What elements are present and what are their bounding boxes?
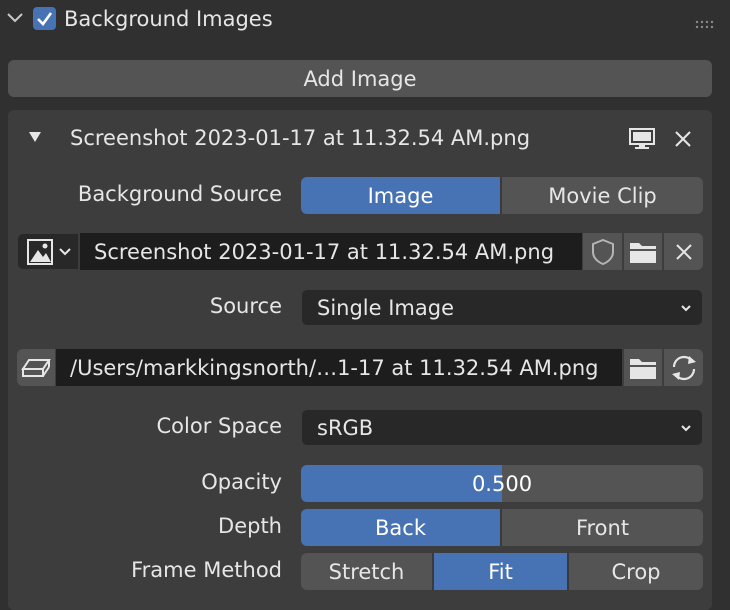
chevron-down-icon [59, 247, 71, 255]
filepath-field[interactable]: /Users/markkingsnorth/…1-17 at 11.32.54 … [56, 349, 622, 386]
reload-image-button[interactable] [664, 349, 703, 386]
opacity-slider[interactable]: 0.500 [301, 465, 703, 502]
color-space-dropdown[interactable]: sRGB [301, 409, 703, 446]
panel-title: Background Images [64, 7, 273, 31]
filepath-type-button[interactable] [17, 349, 55, 386]
frame-option-crop[interactable]: Crop [567, 553, 703, 590]
image-icon [27, 238, 53, 265]
opacity-value: 0.500 [471, 471, 533, 496]
browse-file-button[interactable] [624, 349, 662, 386]
chevron-down-icon [681, 304, 691, 311]
background-source-selector: Image Movie Clip [301, 177, 703, 214]
frame-option-stretch[interactable]: Stretch [301, 553, 432, 590]
add-image-button[interactable]: Add Image [8, 60, 712, 97]
source-value: Single Image [317, 295, 455, 320]
expand-triangle-icon[interactable] [28, 130, 42, 144]
depth-option-back[interactable]: Back [301, 509, 500, 546]
source-label: Source [209, 294, 282, 318]
source-option-movie-clip[interactable]: Movie Clip [500, 177, 703, 214]
color-space-value: sRGB [317, 415, 374, 440]
depth-label: Depth [218, 514, 282, 538]
folder-icon [630, 242, 656, 263]
reload-icon [671, 355, 696, 380]
frame-method-selector: Stretch Fit Crop [301, 553, 703, 590]
source-dropdown[interactable]: Single Image [301, 289, 703, 326]
depth-option-front[interactable]: Front [500, 509, 703, 546]
enable-checkbox[interactable] [33, 7, 56, 30]
shield-icon [591, 238, 614, 265]
file-path-icon [21, 358, 51, 377]
open-image-button[interactable] [624, 233, 662, 270]
frame-method-label: Frame Method [131, 558, 282, 582]
checkmark-icon [37, 12, 53, 26]
collapse-chevron-icon[interactable] [6, 10, 24, 26]
background-source-label: Background Source [77, 182, 282, 206]
remove-entry-close-icon[interactable] [674, 130, 692, 148]
drag-handle-icon[interactable] [695, 12, 717, 29]
opacity-label: Opacity [201, 470, 282, 494]
color-space-label: Color Space [156, 414, 283, 438]
image-name-field[interactable]: Screenshot 2023-01-17 at 11.32.54 AM.png [80, 233, 582, 270]
chevron-down-icon [681, 424, 691, 431]
unlink-image-button[interactable] [664, 233, 703, 270]
image-browse-button[interactable] [17, 233, 79, 270]
fake-user-button[interactable] [583, 233, 622, 270]
close-icon [675, 243, 692, 260]
depth-selector: Back Front [301, 509, 703, 546]
monitor-icon[interactable] [628, 127, 656, 151]
image-entry-name: Screenshot 2023-01-17 at 11.32.54 AM.png [70, 126, 531, 150]
frame-option-fit[interactable]: Fit [432, 553, 567, 590]
source-option-image[interactable]: Image [301, 177, 500, 214]
folder-icon [630, 358, 656, 379]
